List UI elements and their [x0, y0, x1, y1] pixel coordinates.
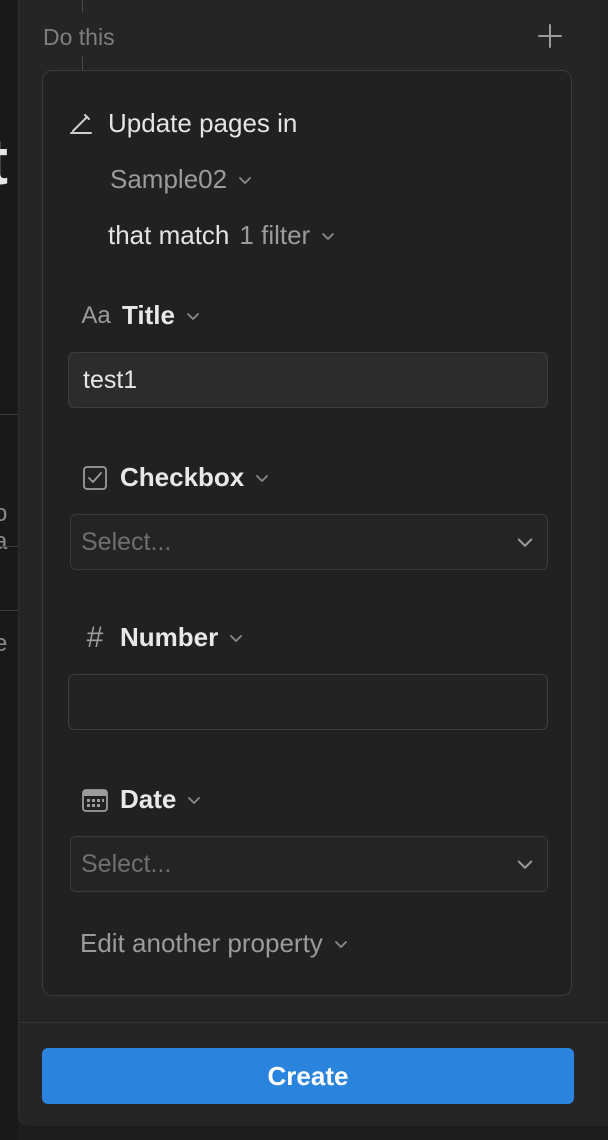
plus-icon[interactable] — [536, 22, 564, 50]
select-placeholder: Select... — [81, 849, 172, 878]
database-name: Sample02 — [110, 164, 228, 194]
background-divider — [0, 414, 18, 415]
step-connector-line — [82, 0, 83, 12]
property-title-label[interactable]: Aa Title — [80, 300, 201, 331]
date-select[interactable]: Select... — [70, 836, 548, 892]
chevron-down-icon — [517, 860, 533, 869]
chevron-down-icon — [256, 474, 269, 482]
edit-another-label: Edit another property — [80, 928, 323, 958]
background-divider — [0, 546, 18, 547]
filter-count: 1 filter — [239, 220, 311, 250]
property-name: Number — [120, 622, 219, 652]
filter-lead-text: that match — [108, 220, 230, 250]
app-root: t o a e Do this Update pages in Sample02… — [0, 0, 608, 1140]
action-header: Update pages in — [68, 108, 297, 139]
edit-another-property-button[interactable]: Edit another property — [80, 928, 349, 959]
chevron-down-icon — [239, 176, 251, 184]
property-date-label[interactable]: Date — [80, 784, 202, 815]
text-type-icon: Aa — [81, 301, 111, 329]
number-input[interactable] — [68, 674, 548, 730]
pencil-icon — [70, 113, 92, 134]
chevron-down-icon — [188, 796, 201, 804]
chevron-down-icon — [230, 634, 243, 642]
background-page: t o a e — [0, 0, 18, 1140]
calendar-icon — [82, 788, 108, 812]
title-input[interactable] — [68, 352, 548, 408]
property-name: Checkbox — [120, 462, 245, 492]
database-selector[interactable]: Sample02 — [110, 164, 253, 195]
property-name: Title — [122, 300, 175, 330]
background-text-fragment: t — [0, 128, 8, 194]
background-text-fragment: o a — [0, 500, 8, 555]
property-name: Date — [120, 784, 177, 814]
chevron-down-icon — [334, 940, 347, 948]
filter-selector[interactable]: that match 1 filter — [108, 220, 336, 251]
section-label: Do this — [43, 24, 115, 50]
checkbox-select[interactable]: Select... — [70, 514, 548, 570]
checkbox-icon — [83, 465, 107, 490]
chevron-down-icon — [322, 232, 335, 240]
chevron-down-icon — [517, 538, 533, 547]
hash-icon: # — [86, 620, 104, 654]
background-divider — [0, 610, 18, 611]
action-title: Update pages in — [108, 108, 298, 138]
property-checkbox-label[interactable]: Checkbox — [80, 462, 270, 493]
step-connector-line — [82, 56, 83, 70]
select-placeholder: Select... — [81, 527, 172, 556]
create-button[interactable]: Create — [42, 1048, 574, 1104]
background-text-fragment: e — [0, 630, 8, 657]
property-number-label[interactable]: # Number — [80, 620, 244, 654]
footer-divider — [18, 1022, 608, 1023]
chevron-down-icon — [187, 312, 199, 320]
